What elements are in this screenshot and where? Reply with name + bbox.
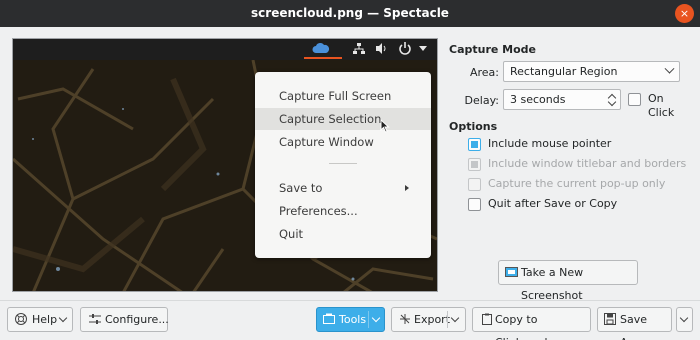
capture-mode-header: Capture Mode	[449, 43, 537, 56]
on-click-label: On Click	[648, 92, 675, 119]
take-new-screenshot-button[interactable]: Take a New Screenshot	[498, 260, 638, 302]
menu-item-save-to-label: Save to	[279, 181, 323, 195]
menu-item-save-to[interactable]: Save to	[255, 177, 431, 199]
save-icon	[604, 313, 616, 325]
chevron-down-icon	[679, 313, 689, 323]
quit-after-save-checkbox[interactable]: Quit after Save or Copy	[468, 197, 617, 213]
window-title: screencloud.png — Spectacle	[251, 6, 449, 20]
help-icon	[15, 313, 27, 325]
menu-caret-icon[interactable]	[419, 46, 427, 51]
checkbox-box	[628, 93, 641, 106]
capture-popup-checkbox[interactable]: Capture the current pop-up only	[468, 177, 665, 193]
area-select[interactable]: Rectangular Region	[503, 61, 680, 82]
include-titlebar-label: Include window titlebar and borders	[488, 157, 687, 170]
chevron-down-icon[interactable]	[450, 313, 460, 323]
copy-to-clipboard-button[interactable]: Copy to Clipboard	[472, 307, 591, 340]
network-icon[interactable]	[353, 43, 365, 54]
delay-value: 3 seconds	[510, 93, 566, 106]
save-as-label: Save As...	[620, 313, 648, 340]
on-click-checkbox[interactable]: On Click	[628, 92, 689, 119]
tools-button[interactable]: Tools	[316, 307, 385, 332]
clipboard-icon	[482, 313, 492, 325]
configure-icon	[89, 314, 101, 324]
include-titlebar-checkbox[interactable]: Include window titlebar and borders	[468, 157, 686, 173]
save-options-button[interactable]	[676, 307, 693, 332]
split-divider	[368, 311, 369, 328]
export-button[interactable]: Export	[391, 307, 466, 332]
capture-popup-label: Capture the current pop-up only	[488, 177, 666, 190]
chevron-down-icon	[664, 63, 675, 74]
tools-label: Tools	[339, 313, 367, 326]
volume-icon[interactable]	[376, 43, 388, 54]
export-icon	[400, 314, 410, 324]
include-mouse-pointer-checkbox[interactable]: Include mouse pointer	[468, 137, 611, 153]
menu-item-capture-selection[interactable]: Capture Selection	[255, 108, 431, 130]
checkbox-box	[468, 178, 481, 191]
chevron-down-icon	[58, 313, 68, 323]
delay-label: Delay:	[464, 94, 499, 107]
screenshot-icon	[505, 267, 518, 277]
copy-to-clipboard-label: Copy to Clipboard	[495, 313, 548, 340]
active-indicator	[304, 57, 342, 59]
menu-separator	[329, 163, 357, 164]
screenshot-preview: Capture Full Screen Capture Selection Ca…	[12, 38, 438, 292]
menu-item-preferences[interactable]: Preferences...	[255, 200, 431, 222]
quit-after-save-label: Quit after Save or Copy	[488, 197, 618, 210]
configure-label: Configure...	[105, 313, 169, 326]
checkbox-box	[468, 138, 481, 151]
configure-button[interactable]: Configure...	[80, 307, 169, 332]
menu-item-quit[interactable]: Quit	[255, 223, 431, 245]
mouse-cursor-icon	[380, 119, 390, 133]
settings-panel: Capture Mode Area: Rectangular Region De…	[449, 38, 689, 302]
save-as-button[interactable]: Save As...	[597, 307, 672, 340]
chevron-down-icon[interactable]	[371, 313, 381, 323]
close-button[interactable]: ×	[675, 4, 694, 23]
help-label: Help	[32, 313, 58, 326]
screencloud-icon[interactable]	[312, 42, 330, 54]
split-divider	[447, 311, 448, 328]
tools-icon	[323, 313, 335, 324]
area-label: Area:	[469, 66, 499, 79]
include-mouse-pointer-label: Include mouse pointer	[488, 137, 612, 150]
toolbar-separator	[0, 300, 700, 301]
checkbox-box	[468, 198, 481, 211]
menu-item-capture-window[interactable]: Capture Window	[255, 131, 431, 153]
window-titlebar: screencloud.png — Spectacle ×	[0, 0, 700, 27]
area-value: Rectangular Region	[510, 65, 618, 78]
menu-item-capture-full-screen[interactable]: Capture Full Screen	[255, 85, 431, 107]
help-button[interactable]: Help	[7, 307, 73, 332]
system-menu: Capture Full Screen Capture Selection Ca…	[255, 72, 431, 258]
export-label: Export	[414, 313, 451, 326]
delay-spinbox[interactable]: 3 seconds	[503, 89, 621, 110]
power-icon[interactable]	[399, 42, 411, 55]
desktop-topbar	[13, 39, 437, 60]
submenu-arrow-icon	[405, 185, 409, 191]
checkbox-box	[468, 158, 481, 171]
options-header: Options	[449, 120, 498, 133]
